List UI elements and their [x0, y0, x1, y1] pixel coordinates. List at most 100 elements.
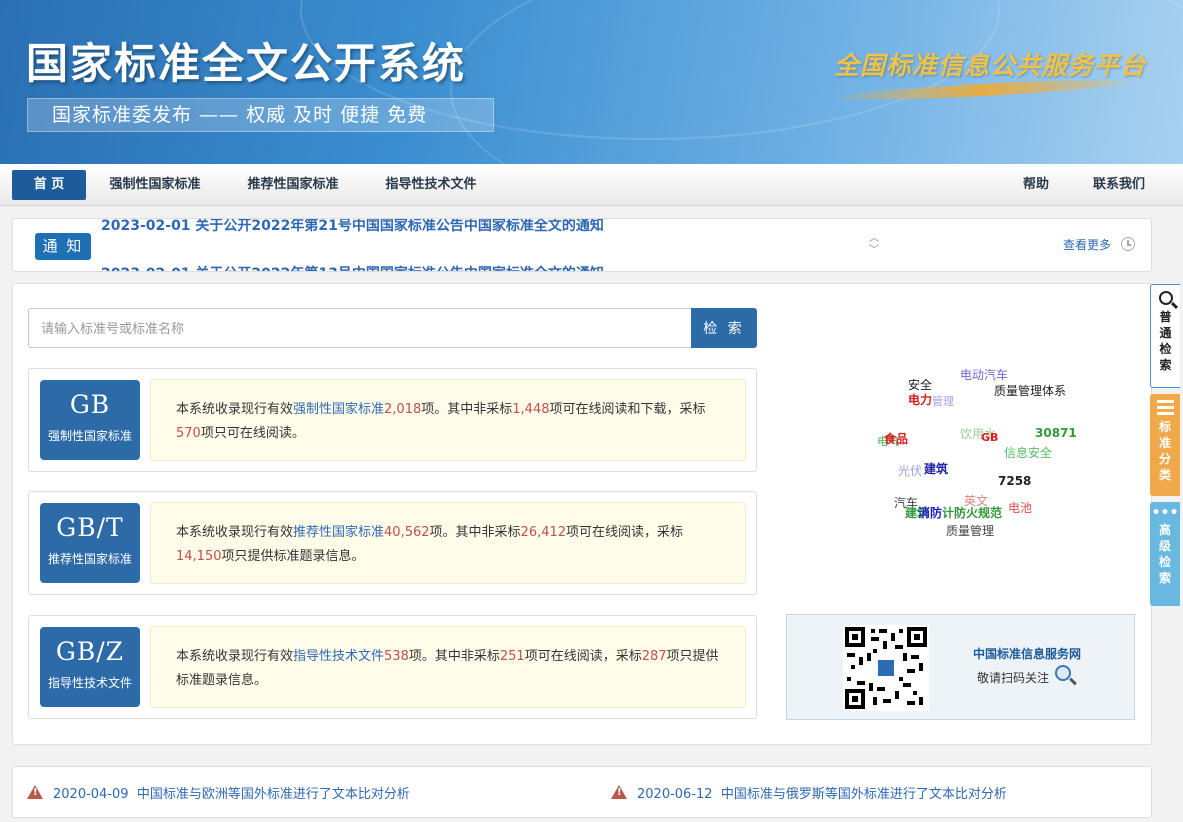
- keyword-tag[interactable]: 电力: [908, 391, 932, 408]
- standard-code: GB/T: [56, 513, 124, 542]
- desc-text: 项只提供标准题录信息。: [221, 549, 365, 564]
- side-tab-basic-search[interactable]: 普通检索: [1150, 284, 1180, 388]
- side-tab-label: 普通检索: [1159, 310, 1172, 372]
- standard-type-name: 推荐性国家标准: [47, 552, 132, 566]
- keyword-cloud: 电动汽车 安全 质量管理体系 电力 管理 电气 食品 饮用水 GB 30871 …: [850, 360, 1090, 540]
- desc-total-count: 40,562: [384, 525, 430, 540]
- search-icon: [1158, 291, 1173, 305]
- desc-text: 项可在线阅读，采标: [566, 525, 684, 540]
- qr-code-image: [843, 625, 929, 711]
- qr-code-panel: 中国标准信息服务网 敬请扫码关注: [786, 614, 1135, 720]
- desc-text: 项。其中非采标: [429, 525, 521, 540]
- news-title[interactable]: 中国标准与欧洲等国外标准进行了文本比对分析: [137, 787, 410, 802]
- notice-bar: 通 知 2023-02-01 关于公开2022年第21号中国国家标准公告中国家标…: [12, 218, 1152, 272]
- search-button[interactable]: 检 索: [691, 308, 757, 348]
- warning-icon: [611, 785, 627, 799]
- qr-title: 中国标准信息服务网: [973, 647, 1082, 661]
- desc-adopt-count: 14,150: [176, 549, 222, 564]
- desc-text: 本系统收录现行有效: [176, 402, 294, 417]
- standard-description: 本系统收录现行有效推荐性国家标准40,562项。其中非采标26,412项可在线阅…: [150, 502, 746, 584]
- keyword-tag[interactable]: 电动汽车: [960, 366, 1008, 383]
- standard-code: GB: [69, 390, 111, 419]
- desc-total-count: 538: [384, 649, 409, 664]
- keyword-tag[interactable]: 质量管理: [946, 522, 994, 539]
- standard-badge[interactable]: GB/Z 指导性技术文件: [40, 627, 140, 707]
- desc-type-link[interactable]: 推荐性国家标准: [293, 525, 384, 540]
- desc-text: 项可在线阅读和下载，采标: [549, 402, 706, 417]
- notice-scroll-arrows[interactable]: ︿ ﹀: [869, 233, 879, 257]
- keyword-tag[interactable]: 光伏: [898, 462, 922, 479]
- desc-text: 项只可在线阅读。: [200, 426, 305, 441]
- clock-icon: [1121, 237, 1135, 251]
- qr-logo: [876, 658, 896, 678]
- keyword-tag[interactable]: 消防: [918, 504, 942, 521]
- news-date: 2020-06-12: [637, 787, 713, 802]
- notice-badge: 通 知: [35, 233, 91, 260]
- warning-icon: [27, 785, 43, 799]
- desc-type-link[interactable]: 强制性国家标准: [293, 402, 384, 417]
- header-banner: 国家标准全文公开系统 国家标准委发布 —— 权威 及时 便捷 免费 全国标准信息…: [0, 0, 1183, 164]
- standard-description: 本系统收录现行有效强制性国家标准2,018项。其中非采标1,448项可在线阅读和…: [150, 379, 746, 461]
- desc-nonadopt-count: 26,412: [520, 525, 567, 540]
- nav-mandatory-standards[interactable]: 强制性国家标准: [96, 170, 214, 200]
- desc-text: 本系统收录现行有效: [176, 525, 294, 540]
- keyword-tag[interactable]: 7258: [998, 474, 1031, 488]
- news-title[interactable]: 中国标准与俄罗斯等国外标准进行了文本比对分析: [721, 787, 1007, 802]
- keyword-tag[interactable]: 食品: [884, 430, 908, 447]
- main-nav: 首 页 强制性国家标准 推荐性国家标准 指导性技术文件 帮助 联系我们: [0, 164, 1183, 206]
- site-subtitle: 国家标准委发布 —— 权威 及时 便捷 免费: [27, 98, 494, 132]
- nav-contact[interactable]: 联系我们: [1080, 170, 1158, 200]
- desc-adopt-count: 287: [641, 649, 667, 664]
- standard-code: GB/Z: [55, 637, 125, 666]
- notice-more-link[interactable]: 查看更多: [1063, 236, 1111, 253]
- side-tab-label: 高级检索: [1158, 523, 1171, 585]
- notice-item[interactable]: 2023-02-01 关于公开2022年第13号中国国家标准公告中国家标准全文的…: [101, 263, 604, 271]
- more-icon: •••: [1151, 505, 1179, 521]
- standard-card-gbt: GB/T 推荐性国家标准 本系统收录现行有效推荐性国家标准40,562项。其中非…: [28, 491, 757, 595]
- desc-text: 本系统收录现行有效: [176, 649, 294, 664]
- list-icon: [1156, 400, 1174, 415]
- standard-type-name: 强制性国家标准: [47, 429, 132, 443]
- site-title: 国家标准全文公开系统: [26, 39, 467, 88]
- nav-home[interactable]: 首 页: [12, 170, 86, 200]
- search-input[interactable]: [28, 308, 692, 348]
- keyword-tag[interactable]: 电池: [1008, 499, 1032, 516]
- desc-adopt-count: 570: [176, 426, 201, 441]
- keyword-tag[interactable]: 信息安全: [1004, 444, 1052, 461]
- keyword-tag[interactable]: 30871: [1035, 426, 1077, 440]
- nav-help[interactable]: 帮助: [1010, 170, 1062, 200]
- side-tab-label: 标准分类: [1158, 420, 1171, 482]
- side-tab-advanced-search[interactable]: ••• 高级检索: [1150, 502, 1180, 606]
- magnifier-icon: [1055, 665, 1071, 681]
- keyword-tag[interactable]: 建筑: [924, 460, 948, 477]
- chevron-up-icon[interactable]: ︿: [869, 233, 879, 245]
- standard-badge[interactable]: GB/T 推荐性国家标准: [40, 503, 140, 583]
- keyword-tag[interactable]: 质量管理体系: [994, 382, 1066, 399]
- nav-guidance-documents[interactable]: 指导性技术文件: [372, 170, 490, 200]
- qr-subtitle: 敬请扫码关注: [977, 671, 1050, 685]
- standard-card-gb: GB 强制性国家标准 本系统收录现行有效强制性国家标准2,018项。其中非采标1…: [28, 368, 757, 472]
- news-item[interactable]: 2020-04-09 中国标准与欧洲等国外标准进行了文本比对分析: [53, 783, 410, 802]
- chevron-down-icon[interactable]: ﹀: [869, 245, 879, 257]
- nav-recommended-standards[interactable]: 推荐性国家标准: [234, 170, 352, 200]
- desc-total-count: 2,018: [384, 402, 422, 417]
- standard-badge[interactable]: GB 强制性国家标准: [40, 380, 140, 460]
- desc-text: 项。其中非采标: [421, 402, 513, 417]
- desc-nonadopt-count: 1,448: [512, 402, 550, 417]
- standard-type-name: 指导性技术文件: [47, 676, 132, 690]
- standard-card-gbz: GB/Z 指导性技术文件 本系统收录现行有效指导性技术文件538项。其中非采标2…: [28, 615, 757, 719]
- desc-type-link[interactable]: 指导性技术文件: [293, 649, 384, 664]
- platform-slogan: 全国标准信息公共服务平台: [834, 51, 1147, 80]
- side-tab-categories[interactable]: 标准分类: [1150, 394, 1180, 496]
- desc-nonadopt-count: 251: [499, 649, 525, 664]
- keyword-tag[interactable]: 管理: [932, 393, 954, 409]
- keyword-tag[interactable]: 计防火规范: [942, 504, 1002, 521]
- desc-text: 项。其中非采标: [408, 649, 500, 664]
- news-bar: 2020-04-09 中国标准与欧洲等国外标准进行了文本比对分析 2020-06…: [12, 766, 1152, 818]
- notice-item[interactable]: 2023-02-01 关于公开2022年第21号中国国家标准公告中国家标准全文的…: [101, 219, 604, 235]
- news-date: 2020-04-09: [53, 787, 129, 802]
- news-item[interactable]: 2020-06-12 中国标准与俄罗斯等国外标准进行了文本比对分析: [637, 783, 1007, 802]
- keyword-tag[interactable]: GB: [981, 431, 998, 444]
- desc-text: 项可在线阅读，采标: [524, 649, 642, 664]
- standard-description: 本系统收录现行有效指导性技术文件538项。其中非采标251项可在线阅读，采标28…: [150, 626, 746, 708]
